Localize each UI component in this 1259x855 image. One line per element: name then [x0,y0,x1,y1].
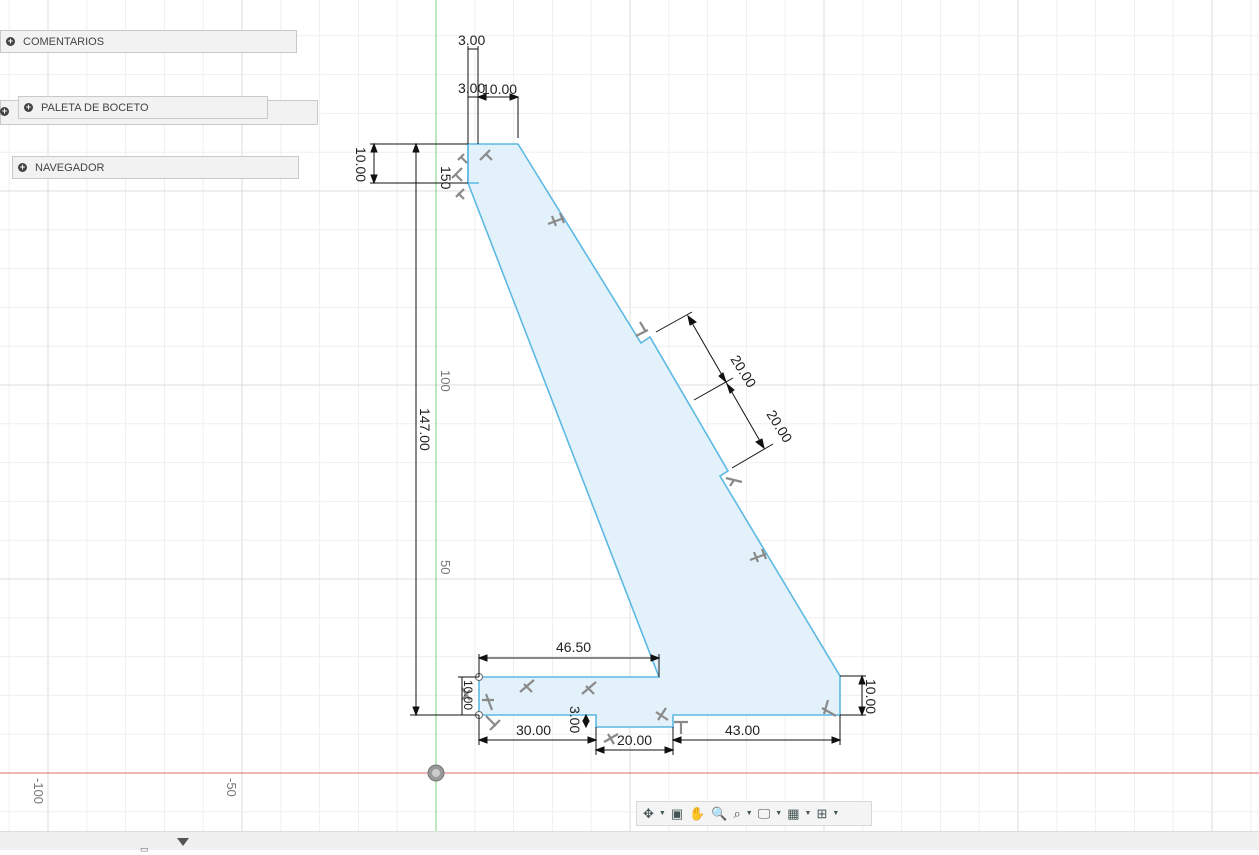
orbit-icon[interactable]: ✥ [641,804,656,824]
navigation-toolbar: ✥ ▼ ▣ ✋ 🔍 ⌕ ▼ 🖵 ▼ ▦ ▼ ⊞ ▼ [636,801,872,826]
dim-text[interactable]: 10.00 [863,679,879,714]
timeline-icon[interactable]: ▭ [140,844,149,855]
timeline-marker-icon[interactable] [177,838,189,846]
constraint-icon [725,476,743,487]
axis-label-y50: 50 [438,560,453,574]
dim-text[interactable]: 43.00 [725,722,760,738]
constraint-icon [674,720,688,734]
zoom-window-icon[interactable]: ⌕ [732,804,743,824]
viewports-icon[interactable]: ⊞ [814,804,829,824]
panel-paleta-boceto[interactable]: + PALETA DE BOCETO [18,96,268,119]
constraint-icon [485,715,501,731]
dim-text[interactable]: 10.00 [461,680,475,710]
look-at-icon[interactable]: ▣ [669,804,685,824]
constraint-icon [635,321,649,337]
sketch-canvas[interactable]: 100 50 -100 -50 3.00 3.00 10.00 10.00 15… [0,0,1259,849]
expand-icon[interactable]: + [0,107,9,116]
panel-comentarios-label: COMENTARIOS [23,35,105,48]
dim-text[interactable]: 10.00 [482,81,517,97]
axis-label-y100: 100 [438,370,453,392]
panel-paleta-label: PALETA DE BOCETO [41,101,149,114]
pan-icon[interactable]: ✋ [687,804,707,824]
grid-icon[interactable]: ▦ [785,804,801,824]
dim-text[interactable]: 3.00 [458,32,485,48]
chevron-down-icon[interactable]: ▼ [658,804,667,824]
chevron-down-icon[interactable]: ▼ [831,804,840,824]
panel-navegador[interactable]: + NAVEGADOR [12,156,299,179]
axis-label-x-neg100: -100 [31,778,46,804]
display-settings-icon[interactable]: 🖵 [756,804,773,824]
dim-text[interactable]: 20.00 [617,732,652,748]
dim-text[interactable]: 147.00 [417,408,433,451]
constraint-icon [603,733,619,745]
dim-text[interactable]: 46.50 [556,639,591,655]
origin-point-inner [432,769,440,777]
dim-text[interactable]: 10.00 [353,147,369,182]
expand-icon[interactable]: + [6,37,15,46]
dim-text[interactable]: 30.00 [516,722,551,738]
zoom-icon[interactable]: 🔍 [709,804,729,824]
dim-text[interactable]: 150 [438,166,454,190]
panel-navegador-label: NAVEGADOR [35,161,105,174]
dim-text[interactable]: 3.00 [567,706,583,733]
dim-text[interactable]: 20.00 [763,407,795,445]
chevron-down-icon[interactable]: ▼ [804,804,813,824]
panel-comentarios[interactable]: + COMENTARIOS [0,30,297,53]
chevron-down-icon[interactable]: ▼ [774,804,783,824]
chevron-down-icon[interactable]: ▼ [745,804,754,824]
expand-icon[interactable]: + [18,163,27,172]
axis-label-x-neg50: -50 [224,778,239,797]
expand-icon[interactable]: + [24,103,33,112]
constraint-icon [457,153,468,164]
